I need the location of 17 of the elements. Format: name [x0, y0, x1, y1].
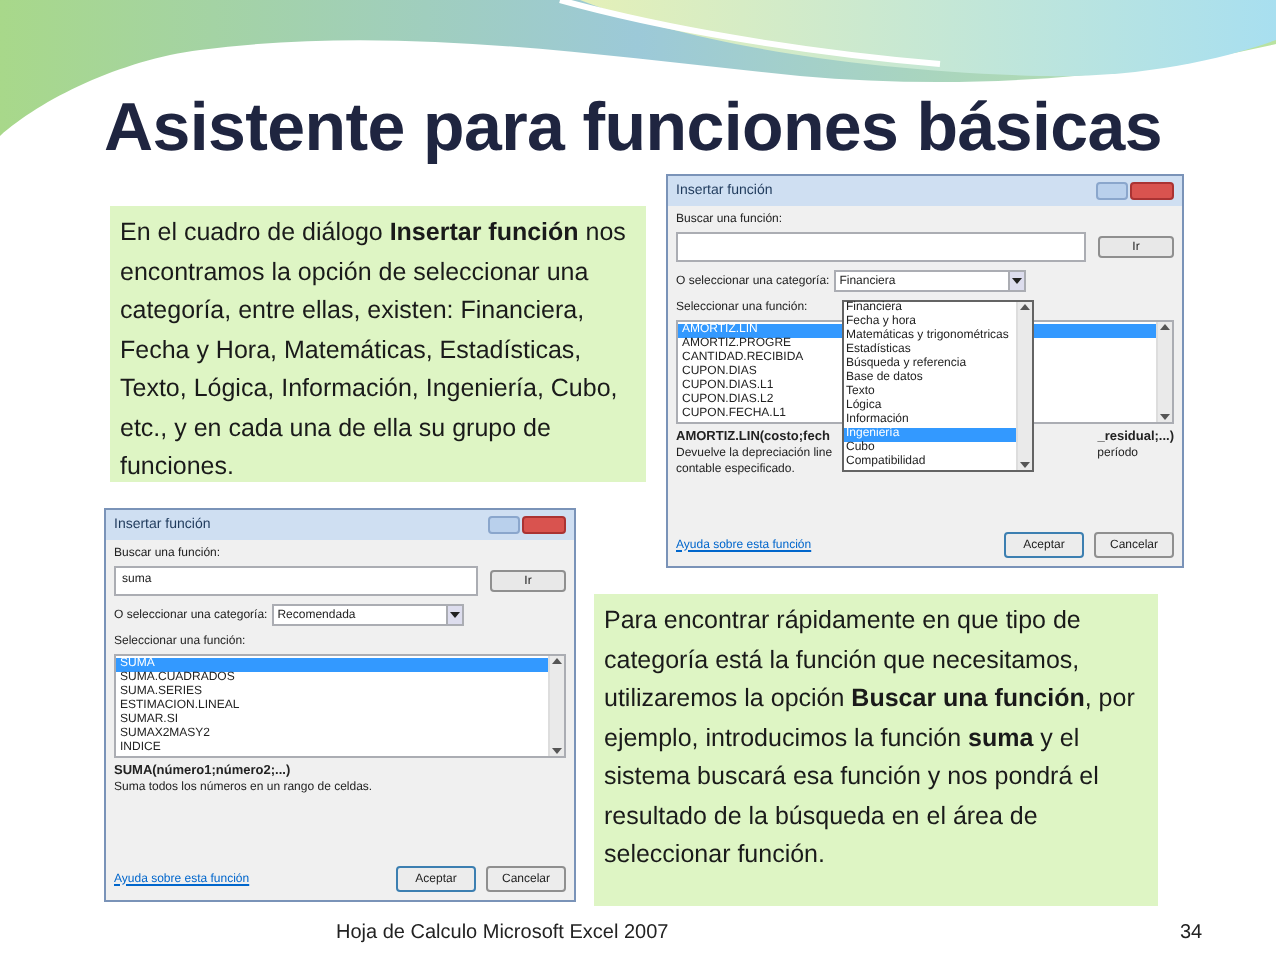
- scroll-down-icon[interactable]: [1160, 414, 1170, 420]
- search-field[interactable]: [676, 232, 1086, 262]
- scroll-down-icon[interactable]: [552, 748, 562, 754]
- scrollbar[interactable]: [1016, 302, 1032, 470]
- scrollbar[interactable]: [1156, 322, 1172, 422]
- scrollbar[interactable]: [548, 656, 564, 756]
- caret-icon[interactable]: [445, 606, 462, 624]
- slide-title: Asistente para funciones básicas: [104, 88, 1162, 170]
- scroll-down-icon[interactable]: [1020, 462, 1030, 468]
- caret-icon[interactable]: [1007, 272, 1024, 290]
- scroll-up-icon[interactable]: [1020, 304, 1030, 310]
- scroll-up-icon[interactable]: [1160, 324, 1170, 330]
- footer-text: Hoja de Calculo Microsoft Excel 2007: [336, 920, 669, 948]
- scroll-up-icon[interactable]: [552, 658, 562, 664]
- callout-text: En el cuadro de diálogo Insertar función nos encontramos la opción de seleccionar una categoría, entre ellas, existen: Financiera, Fecha y Hora, Matemáticas, Estadísticas, Texto, Lógica, Información, Ingeniería, Cubo, etc., y en cada una de ella su grupo de funciones.: [110, 206, 646, 482]
- page-number: 34: [1180, 920, 1203, 948]
- callout-text: Para encontrar rápidamente en que tipo de categoría está la función que necesitamos, utilizaremos la opción Buscar una función, por ejemplo, introducimos la función suma y el sistema buscará esa función y nos pondrá el resultado de la búsqueda en el área de seleccionar función.: [594, 594, 1158, 906]
